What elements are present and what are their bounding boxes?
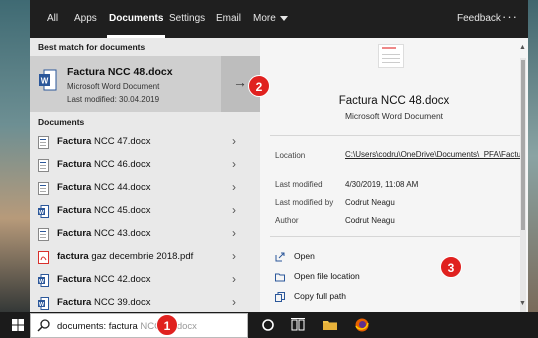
open-file-location-label: Open file location bbox=[294, 271, 360, 281]
list-item[interactable]: Factura NCC 44.docx › bbox=[30, 177, 260, 200]
word-doc-icon: W bbox=[38, 205, 49, 218]
scroll-up-icon[interactable]: ▲ bbox=[519, 44, 526, 51]
chevron-right-icon: › bbox=[232, 157, 236, 171]
modified-by-value: Codrut Neagu bbox=[345, 198, 395, 207]
folder-icon bbox=[275, 273, 285, 282]
open-icon bbox=[275, 252, 285, 262]
callout-badge-2: 2 bbox=[248, 75, 270, 97]
tab-settings[interactable]: Settings bbox=[169, 0, 205, 38]
chevron-right-icon: › bbox=[232, 180, 236, 194]
tab-documents[interactable]: Documents bbox=[106, 0, 166, 38]
word-doc-plain-icon bbox=[38, 182, 49, 195]
list-item-label: Factura NCC 45.docx bbox=[57, 205, 151, 216]
modified-label: Last modified bbox=[275, 180, 323, 189]
open-action[interactable]: Open bbox=[275, 251, 315, 262]
taskbar: documents: factura NCC 48.docx bbox=[0, 312, 538, 338]
search-input[interactable]: documents: factura NCC 48.docx bbox=[30, 313, 248, 338]
open-action-label: Open bbox=[294, 251, 315, 261]
details-type: Microsoft Word Document bbox=[344, 111, 444, 121]
author-label: Author bbox=[275, 216, 299, 225]
list-item[interactable]: Factura NCC 43.docx › bbox=[30, 223, 260, 246]
list-item-label: factura gaz decembrie 2018.pdf bbox=[57, 251, 194, 262]
best-match-type: Microsoft Word Document bbox=[67, 82, 160, 91]
list-item-label: Factura NCC 43.docx bbox=[57, 228, 151, 239]
svg-text:W: W bbox=[39, 279, 45, 285]
chevron-right-icon: › bbox=[232, 249, 236, 263]
word-doc-icon: W bbox=[38, 274, 49, 287]
word-doc-plain-icon bbox=[38, 159, 49, 172]
copy-icon bbox=[275, 291, 285, 302]
copy-full-path-label: Copy full path bbox=[294, 291, 346, 301]
svg-text:W: W bbox=[41, 77, 49, 86]
best-match-title: Factura NCC 48.docx bbox=[67, 66, 173, 78]
copy-full-path-action[interactable]: Copy full path bbox=[275, 291, 346, 302]
feedback-link[interactable]: Feedback bbox=[457, 0, 501, 38]
chevron-right-icon: › bbox=[232, 134, 236, 148]
author-value: Codrut Neagu bbox=[345, 216, 395, 225]
word-doc-icon: W bbox=[38, 297, 49, 310]
arrow-right-icon: → bbox=[233, 74, 247, 90]
modified-by-label: Last modified by bbox=[275, 198, 334, 207]
list-item-label: Factura NCC 39.docx bbox=[57, 297, 151, 308]
chevron-right-icon: › bbox=[232, 295, 236, 309]
windows-start-icon[interactable] bbox=[12, 319, 24, 331]
details-title: Factura NCC 48.docx bbox=[338, 95, 450, 107]
results-list: Best match for documents W Factura NCC 4… bbox=[30, 38, 260, 312]
word-doc-plain-icon bbox=[38, 136, 49, 149]
best-match-item[interactable]: W Factura NCC 48.docx Microsoft Word Doc… bbox=[30, 56, 260, 112]
list-item[interactable]: factura gaz decembrie 2018.pdf › bbox=[30, 246, 260, 269]
firefox-icon[interactable] bbox=[354, 317, 370, 333]
tab-all[interactable]: All bbox=[47, 0, 58, 38]
scroll-down-icon[interactable]: ▼ bbox=[519, 300, 526, 307]
search-icon bbox=[37, 319, 50, 332]
more-options-icon[interactable]: ··· bbox=[502, 0, 518, 38]
tab-more[interactable]: More bbox=[253, 0, 288, 38]
divider bbox=[270, 236, 520, 237]
search-filter-bar: All Apps Documents Settings Email More F… bbox=[30, 0, 528, 38]
word-doc-plain-icon bbox=[38, 228, 49, 241]
tab-apps[interactable]: Apps bbox=[74, 0, 97, 38]
chevron-right-icon: › bbox=[232, 203, 236, 217]
best-match-header: Best match for documents bbox=[38, 42, 146, 52]
tab-more-label: More bbox=[253, 13, 276, 24]
svg-text:W: W bbox=[39, 210, 45, 216]
task-view-icon[interactable] bbox=[290, 317, 306, 333]
documents-header: Documents bbox=[38, 117, 85, 127]
desktop-left-edge bbox=[0, 0, 30, 312]
list-item-label: Factura NCC 42.docx bbox=[57, 274, 151, 285]
cortana-icon[interactable] bbox=[260, 317, 276, 333]
best-match-modified: Last modified: 30.04.2019 bbox=[67, 95, 160, 104]
pdf-icon bbox=[38, 251, 49, 264]
open-file-location-action[interactable]: Open file location bbox=[275, 271, 360, 282]
list-item-label: Factura NCC 44.docx bbox=[57, 182, 151, 193]
list-item[interactable]: Factura NCC 46.docx › bbox=[30, 154, 260, 177]
list-item[interactable]: Factura NCC 47.docx › bbox=[30, 131, 260, 154]
modified-value: 4/30/2019, 11:08 AM bbox=[345, 180, 419, 189]
chevron-right-icon: › bbox=[232, 226, 236, 240]
list-item-label: Factura NCC 47.docx bbox=[57, 136, 151, 147]
svg-text:W: W bbox=[39, 302, 45, 308]
chevron-down-icon bbox=[279, 15, 288, 21]
document-preview-thumbnail bbox=[378, 44, 404, 68]
list-item[interactable]: W Factura NCC 42.docx › bbox=[30, 269, 260, 292]
callout-badge-3: 3 bbox=[440, 256, 462, 278]
location-label: Location bbox=[275, 151, 306, 160]
word-doc-icon: W bbox=[39, 69, 57, 91]
list-item[interactable]: W Factura NCC 45.docx › bbox=[30, 200, 260, 223]
tab-email[interactable]: Email bbox=[216, 0, 241, 38]
callout-badge-1: 1 bbox=[156, 314, 178, 336]
chevron-right-icon: › bbox=[232, 272, 236, 286]
divider bbox=[270, 135, 520, 136]
details-pane: Factura NCC 48.docx Microsoft Word Docum… bbox=[260, 38, 528, 312]
location-link[interactable]: C:\Users\codru\OneDrive\Documents\_PFA\F… bbox=[345, 150, 526, 160]
details-scrollbar-thumb[interactable] bbox=[521, 60, 525, 230]
list-item-label: Factura NCC 46.docx bbox=[57, 159, 151, 170]
file-explorer-icon[interactable] bbox=[322, 317, 338, 333]
